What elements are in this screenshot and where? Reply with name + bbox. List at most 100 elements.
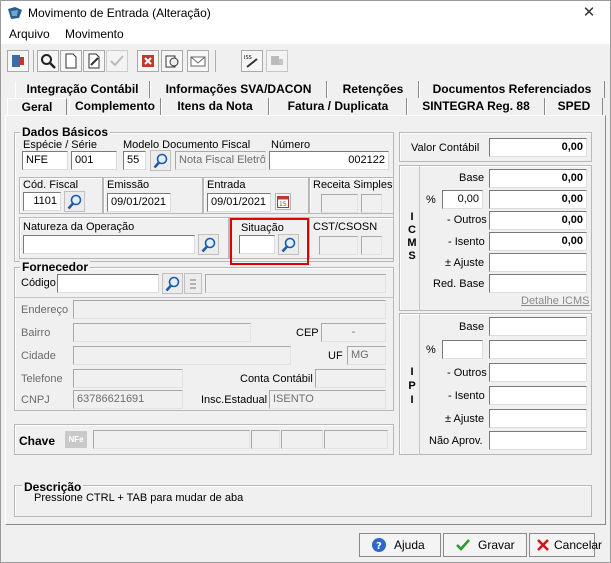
natureza-search-button[interactable] [198, 234, 219, 255]
tab-itens-da-nota[interactable]: Itens da Nota [161, 98, 269, 115]
close-button[interactable]: ✕ [576, 3, 602, 23]
ipi-pct-field[interactable] [442, 340, 483, 359]
cod-fiscal-search-button[interactable] [64, 191, 85, 212]
cst-extra [361, 236, 382, 255]
tab-row-2: Geral Complemento Itens da Nota Fatura /… [7, 98, 605, 116]
chave-field-2 [251, 430, 280, 449]
ipi-nao-aprov-field[interactable] [489, 431, 587, 450]
ipi-ajuste-field[interactable] [489, 409, 587, 428]
icms-red-base-field[interactable] [489, 274, 587, 293]
tab-integracao-contabil[interactable]: Integração Contábil [15, 81, 150, 98]
chave-field-4 [324, 430, 388, 449]
icms-isento-field[interactable]: 0,00 [489, 232, 587, 251]
fornecedor-detail-button[interactable] [184, 273, 202, 294]
emissao-label: Emissão [107, 179, 150, 191]
bairro-label: Bairro [21, 327, 51, 339]
fornecedor-search-button[interactable] [162, 273, 183, 294]
modelo-code-input[interactable]: 55 [123, 151, 146, 170]
tab-retencoes[interactable]: Retenções [327, 81, 419, 98]
nfe-icon[interactable]: NFe [65, 431, 87, 448]
fornecedor-divider [15, 297, 393, 298]
calendar-icon: 15 [277, 196, 289, 208]
delete-button[interactable] [137, 50, 159, 72]
new-button[interactable] [60, 50, 82, 72]
detalhe-icms-link[interactable]: Detalhe ICMS [521, 295, 589, 307]
modelo-search-button[interactable] [150, 150, 171, 171]
especie-serie-label: Espécie / Série [23, 139, 97, 151]
entrada-label: Entrada [207, 179, 246, 191]
icms-pct-label: % [426, 194, 436, 206]
ipi-outros-field[interactable] [489, 363, 587, 382]
icms-pct-field[interactable]: 0,00 [442, 190, 483, 209]
icms-isento-label: - Isento [448, 236, 485, 248]
emissao-input[interactable]: 09/01/2021 [107, 193, 171, 212]
cancelar-label: Cancelar [554, 538, 603, 552]
email-button[interactable] [187, 50, 209, 72]
gravar-button[interactable]: Gravar [443, 533, 527, 557]
ipi-base-field[interactable] [489, 317, 587, 336]
cidade-label: Cidade [21, 350, 56, 362]
icms-vertical-label: ICMS [405, 211, 418, 267]
toolbar: ISS [3, 47, 608, 75]
tab-geral[interactable]: Geral [7, 98, 67, 116]
entrada-input[interactable]: 09/01/2021 [207, 193, 271, 212]
cancel-x-icon [536, 536, 550, 554]
ipi-ajuste-label: ± Ajuste [445, 413, 485, 425]
tab-sintegra[interactable]: SINTEGRA Reg. 88 [407, 98, 545, 115]
menu-arquivo[interactable]: Arquivo [9, 27, 50, 41]
cod-fiscal-input[interactable]: 1101 [23, 192, 61, 211]
cst-input [319, 236, 358, 255]
tab-sped[interactable]: SPED [545, 98, 603, 115]
icms-outros-field[interactable]: 0,00 [489, 211, 587, 230]
help-icon: ? [370, 536, 388, 554]
check-icon [454, 536, 472, 554]
ipi-pct-result-field[interactable] [489, 340, 587, 359]
cep-field: - [321, 323, 386, 342]
natureza-label: Natureza da Operação [23, 221, 135, 233]
svg-text:15: 15 [279, 201, 287, 208]
iss-button[interactable]: ISS [241, 50, 263, 72]
valor-contabil-field[interactable]: 0,00 [489, 138, 587, 157]
truck-button[interactable] [266, 50, 288, 72]
iss-icon: ISS [244, 55, 258, 68]
edit-icon [88, 53, 100, 69]
descricao-text: Pressione CTRL + TAB para mudar de aba [34, 492, 244, 504]
tab-row-1: Integração Contábil Informações SVA/DACO… [15, 81, 605, 98]
ipi-isento-label: - Isento [448, 390, 485, 402]
icms-ajuste-field[interactable] [489, 253, 587, 272]
tab-informacoes-sva[interactable]: Informações SVA/DACON [150, 81, 327, 98]
conta-contabil-field [315, 369, 386, 388]
natureza-input[interactable] [23, 235, 195, 254]
icms-pct-result-field[interactable]: 0,00 [489, 190, 587, 209]
tab-complemento[interactable]: Complemento [69, 98, 161, 115]
edit-button[interactable] [83, 50, 105, 72]
tab-fatura-duplicata[interactable]: Fatura / Duplicata [269, 98, 407, 115]
cancelar-button[interactable]: Cancelar [529, 533, 602, 557]
copy-button[interactable] [161, 50, 183, 72]
confirm-button[interactable] [106, 50, 128, 72]
icms-outros-label: - Outros [447, 214, 487, 226]
receita-input [321, 194, 358, 213]
search-icon [153, 153, 167, 168]
ipi-isento-field[interactable] [489, 386, 587, 405]
tab-documentos-referenciados[interactable]: Documentos Referenciados [419, 81, 605, 98]
endereco-label: Endereço [21, 304, 69, 316]
ajuda-label: Ajuda [394, 538, 425, 552]
numero-label: Número [271, 139, 311, 151]
icms-base-label: Base [459, 172, 485, 184]
icms-vertical-text: ICMS [406, 211, 418, 263]
fornecedor-codigo-input[interactable] [57, 274, 159, 293]
menu-movimento[interactable]: Movimento [65, 27, 124, 41]
search-icon [201, 237, 215, 252]
especie-input[interactable]: NFE [22, 151, 68, 170]
svg-text:?: ? [376, 541, 382, 552]
menu-bar: Arquivo Movimento [1, 25, 610, 44]
telefone-label: Telefone [21, 373, 63, 385]
numero-input[interactable]: 002122 [269, 151, 389, 170]
serie-input[interactable]: 001 [71, 151, 117, 170]
ajuda-button[interactable]: ? Ajuda [359, 533, 441, 557]
calendar-button[interactable]: 15 [275, 193, 291, 210]
exit-button[interactable] [7, 50, 29, 72]
icms-base-field[interactable]: 0,00 [489, 169, 587, 188]
search-button[interactable] [37, 50, 59, 72]
